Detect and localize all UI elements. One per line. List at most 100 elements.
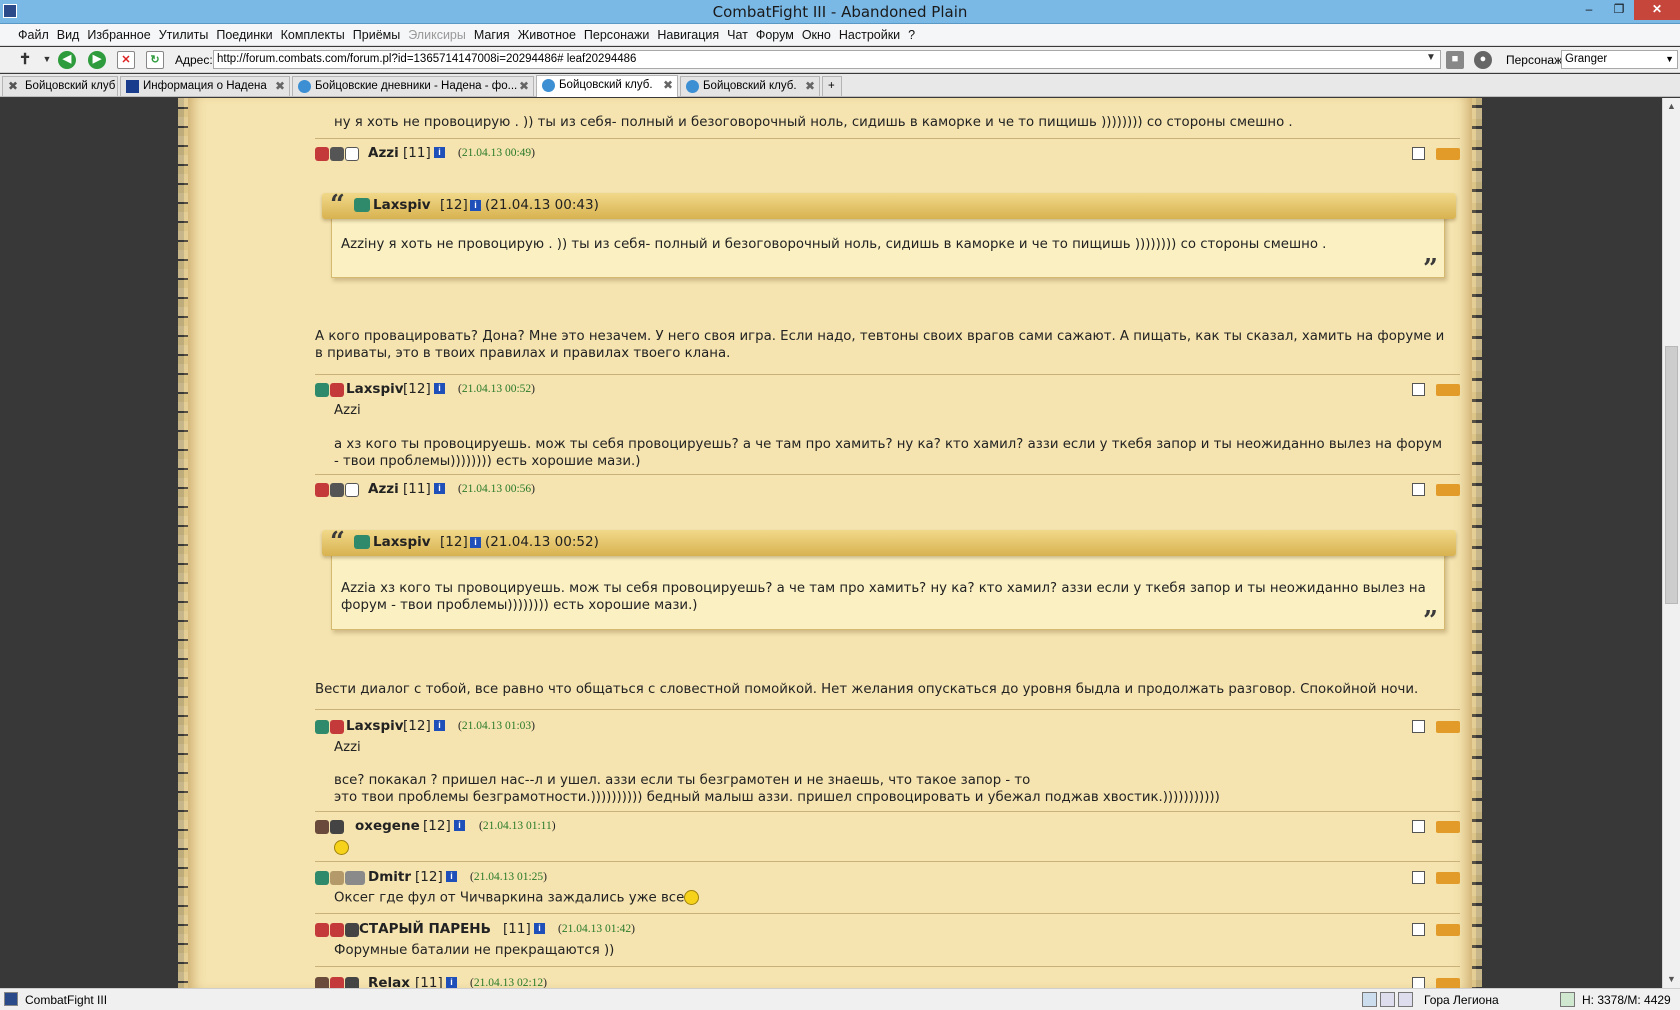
refresh-icon[interactable]: ↻ [146,51,164,69]
rank-icon [345,923,359,937]
forum-page: ну я хоть не провоцирую . )) ты из себя-… [0,98,1680,988]
menu-fights[interactable]: Поединки [212,28,276,42]
clan-icon [330,871,344,885]
dropdown-arrow-icon[interactable]: ▼ [38,51,56,69]
tab-close-icon[interactable]: ✖ [663,76,673,94]
mask-icon[interactable]: ● [1474,51,1492,69]
quote-text: Azziну я хоть не провоцирую . )) ты из с… [341,237,1327,252]
post-text: А кого провацировать? Дона? Мне это неза… [315,329,1445,361]
quote-date: (21.04.13 00:43) [485,197,599,213]
reply-icon[interactable] [1436,484,1460,496]
menu-settings[interactable]: Настройки [835,28,904,42]
post-author[interactable]: СТАРЫЙ ПАРЕНЬ [359,921,491,937]
maximize-button[interactable]: ❐ [1604,0,1634,20]
reply-icon[interactable] [1436,872,1460,884]
align-badges [315,820,344,834]
reply-icon[interactable] [1436,924,1460,936]
tab-diaries[interactable]: Бойцовские дневники - Надена - фо... ✖ [292,76,534,96]
back-icon[interactable]: ◀ [58,51,76,69]
menu-utilities[interactable]: Утилиты [155,28,213,42]
reply-icon[interactable] [1436,821,1460,833]
new-tab-button[interactable]: + [822,76,842,96]
refresh-status-icon[interactable] [1560,992,1575,1007]
user-info-icon[interactable]: i [434,483,445,494]
post-author[interactable]: Azzi [368,481,399,497]
post-author[interactable]: Azzi [368,145,399,161]
list-icon[interactable] [1412,820,1425,833]
address-dropdown-icon[interactable]: ▼ [1426,52,1436,63]
page-scrollbar[interactable]: ▲ ▼ [1662,98,1680,988]
tab-close-icon[interactable]: ✖ [275,77,285,95]
align-icon [315,483,329,497]
info-icon [126,80,139,93]
list-icon[interactable] [1412,483,1425,496]
quote-author[interactable]: Laxspiv [373,197,431,213]
forward-icon[interactable]: ▶ [88,51,106,69]
pin-icon[interactable]: ✝ [16,51,34,69]
reply-icon[interactable] [1436,148,1460,160]
clock-icon[interactable] [1362,992,1377,1007]
post-level: [11] [415,975,443,988]
character-select[interactable]: Granger ▼ [1561,50,1678,69]
stop-icon[interactable]: ✕ [117,51,135,69]
rank-icon [345,871,365,885]
close-button[interactable]: ✕ [1634,0,1680,20]
user-info-icon[interactable]: i [434,147,445,158]
post-date: (21.04.13 02:12) [470,977,548,988]
go-icon[interactable]: ■ [1446,51,1464,69]
align-icon [315,720,329,734]
post-author[interactable]: Dmitr [368,869,411,885]
menu-magic[interactable]: Магия [470,28,514,42]
menu-chat[interactable]: Чат [723,28,752,42]
character-label: Персонаж: [1506,53,1566,67]
list-icon[interactable] [1412,923,1425,936]
reply-icon[interactable] [1436,384,1460,396]
list-icon[interactable] [1412,383,1425,396]
scroll-thumb[interactable] [1665,346,1678,604]
menu-favorites[interactable]: Избранное [83,28,154,42]
tab-fight-club-3[interactable]: Бойцовский клуб. ✖ [680,76,820,96]
menu-sets[interactable]: Комплекты [277,28,349,42]
menu-window[interactable]: Окно [798,28,835,42]
post-text: все? покакал ? пришел нас--л и ушел. азз… [334,773,1031,788]
minimize-button[interactable]: – [1574,0,1604,20]
address-input[interactable]: http://forum.combats.com/forum.pl?id=136… [213,50,1441,69]
reply-icon[interactable] [1436,721,1460,733]
post-author[interactable]: Laxspiv [346,381,404,397]
user-info-icon[interactable]: i [534,923,545,934]
user-info-icon[interactable]: i [470,537,481,548]
user-info-icon[interactable]: i [470,200,481,211]
menu-pet[interactable]: Животное [514,28,580,42]
menu-forum[interactable]: Форум [752,28,798,42]
list-icon[interactable] [1412,720,1425,733]
list-icon[interactable] [1412,871,1425,884]
user-info-icon[interactable]: i [446,871,457,882]
scroll-up-icon[interactable]: ▲ [1663,98,1680,115]
user-info-icon[interactable]: i [434,720,445,731]
user-info-icon[interactable]: i [446,977,457,988]
tab-fight-club-active[interactable]: Бойцовский клуб. ✖ [536,75,678,97]
reply-icon[interactable] [1436,978,1460,988]
map-icon[interactable] [1398,992,1413,1007]
menu-navigation[interactable]: Навигация [653,28,723,42]
tab-fight-club-1[interactable]: ✖ Бойцовский клуб [2,76,118,96]
user-info-icon[interactable]: i [434,383,445,394]
post-author[interactable]: oxegene [355,818,420,834]
list-icon[interactable] [1412,147,1425,160]
tab-close-icon[interactable]: ✖ [519,77,529,95]
list-icon[interactable] [1412,977,1425,988]
user-info-icon[interactable]: i [454,820,465,831]
menu-help[interactable]: ? [904,28,919,42]
page-icon[interactable] [1380,992,1395,1007]
scroll-down-icon[interactable]: ▼ [1663,971,1680,988]
tab-close-icon[interactable]: ✖ [805,77,815,95]
menu-view[interactable]: Вид [53,28,84,42]
post-separator [315,374,1460,375]
menu-characters[interactable]: Персонажи [580,28,653,42]
tab-info-nadena[interactable]: Информация о Надена ✖ [120,76,290,96]
menu-file[interactable]: Файл [14,28,53,42]
post-author[interactable]: Relax [368,975,410,988]
menu-techniques[interactable]: Приёмы [349,28,404,42]
quote-author[interactable]: Laxspiv [373,534,431,550]
post-author[interactable]: Laxspiv [346,718,404,734]
